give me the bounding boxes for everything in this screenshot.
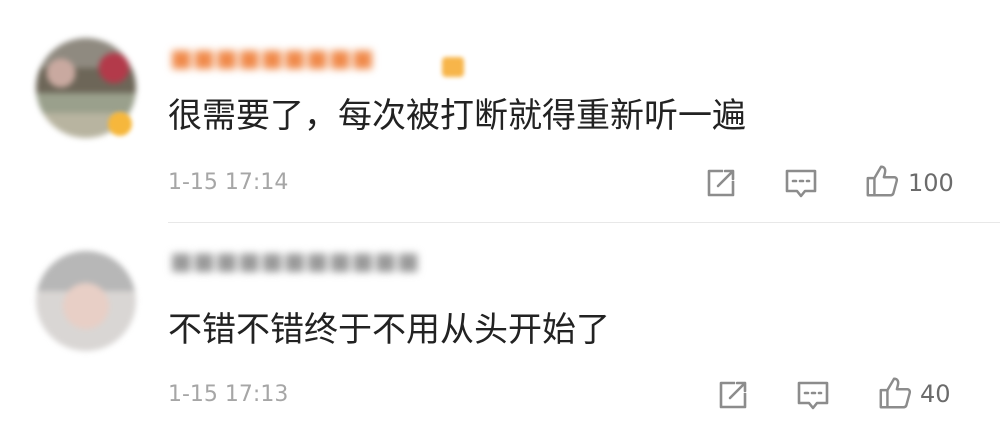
comment-icon (785, 169, 817, 198)
share-button[interactable] (703, 165, 739, 201)
comment-text: 不错不错终于不用从头开始了 (168, 310, 610, 350)
verified-badge-icon (108, 112, 132, 136)
avatar[interactable] (36, 251, 136, 351)
share-icon (719, 381, 747, 409)
reply-button[interactable] (783, 165, 819, 201)
comment-time: 1-15 17:14 (168, 170, 289, 195)
username[interactable]: ■■■■■■■■■■■ (170, 248, 470, 274)
like-button[interactable] (877, 375, 913, 411)
username[interactable]: ■■■■■■■■■ (170, 45, 470, 71)
like-count: 100 (908, 169, 954, 197)
share-button[interactable] (715, 377, 751, 413)
thumbs-up-icon (879, 377, 912, 409)
comment-icon (797, 381, 829, 410)
comment-item: ■■■■■■■■■ 很需要了，每次被打断就得重新听一遍 1-15 17:14 1… (0, 0, 1000, 222)
thumbs-up-icon (866, 165, 899, 197)
vip-badge-icon (442, 57, 464, 77)
comment-time: 1-15 17:13 (168, 382, 289, 407)
like-button[interactable] (864, 163, 900, 199)
comment-item: ■■■■■■■■■■■ 不错不错终于不用从头开始了 1-15 17:13 40 (0, 223, 1000, 433)
comment-text: 很需要了，每次被打断就得重新听一遍 (168, 96, 746, 136)
share-icon (707, 169, 735, 197)
reply-button[interactable] (795, 377, 831, 413)
like-count: 40 (920, 380, 951, 408)
